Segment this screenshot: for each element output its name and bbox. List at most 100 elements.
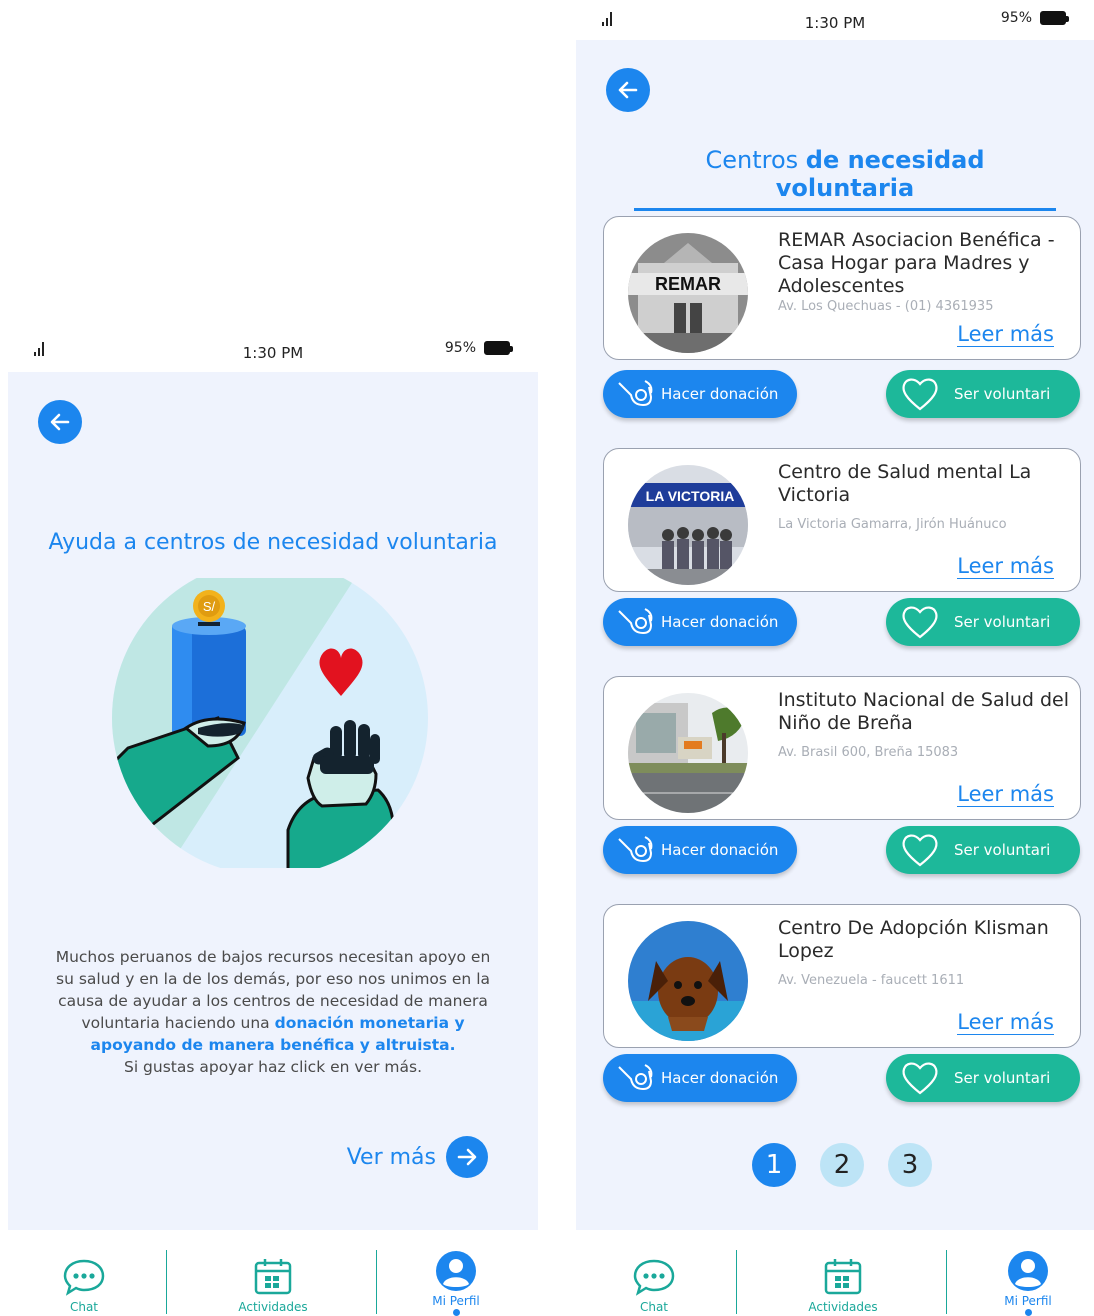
volunteer-label: Ser voluntari <box>954 1069 1051 1087</box>
leer-mas-link[interactable]: Leer más <box>957 322 1054 347</box>
intro-screen: 1:30 PM 95% Ayuda a centros de necesidad… <box>8 330 538 1316</box>
photo-sign-text: REMAR <box>655 274 721 294</box>
page-title: Ayuda a centros de necesidad voluntaria <box>48 530 498 555</box>
tab-activities-label: Actividades <box>808 1300 878 1314</box>
tab-chat-label: Chat <box>639 1300 669 1314</box>
back-button[interactable] <box>38 400 82 444</box>
donate-button[interactable]: Hacer donación <box>603 598 797 646</box>
volunteer-label: Ser voluntari <box>954 841 1051 859</box>
heart-outline-icon <box>902 378 938 411</box>
photo-sign-text: LA VICTORIA <box>646 488 735 504</box>
coin-label: S/ <box>203 599 216 614</box>
description-call-to-action: Si gustas apoyar haz click en ver más. <box>123 1058 423 1076</box>
center-card: Instituto Nacional de Salud del Niño de … <box>603 676 1081 820</box>
donate-button[interactable]: Hacer donación <box>603 1054 797 1102</box>
intro-description: Muchos peruanos de bajos recursos necesi… <box>52 946 494 1078</box>
heart-outline-icon <box>902 834 938 867</box>
arrow-right-icon <box>446 1136 488 1178</box>
leer-mas-link[interactable]: Leer más <box>957 554 1054 579</box>
tab-profile-label: Mi Perfil <box>1004 1294 1052 1308</box>
calendar-icon <box>824 1259 862 1295</box>
leer-mas-link[interactable]: Leer más <box>957 1010 1054 1035</box>
page-1-button[interactable]: 1 <box>752 1143 796 1187</box>
divider <box>736 1250 737 1314</box>
volunteer-label: Ser voluntari <box>954 385 1051 403</box>
user-avatar-icon <box>1008 1251 1048 1291</box>
bottom-nav: Chat Actividades Mi Perfil <box>576 1230 1094 1316</box>
divider <box>946 1250 947 1314</box>
user-avatar-icon <box>436 1251 476 1291</box>
tab-activities[interactable]: Actividades <box>218 1230 328 1316</box>
hand-coin-icon <box>618 836 653 863</box>
battery-icon <box>484 341 513 355</box>
calendar-icon <box>254 1259 292 1295</box>
battery-indicator: 95% <box>444 340 513 356</box>
center-photo <box>628 921 748 1041</box>
center-card: REMAR REMAR Asociacion Benéfica - Casa H… <box>603 216 1081 360</box>
tab-profile-label: Mi Perfil <box>432 1294 480 1308</box>
arrow-left-icon <box>618 81 638 99</box>
page-3-button[interactable]: 3 <box>888 1143 932 1187</box>
status-bar: 1:30 PM 95% <box>8 330 538 372</box>
page-title: Centros de necesidad voluntaria <box>634 146 1056 211</box>
donate-label: Hacer donación <box>661 1069 779 1087</box>
donate-button[interactable]: Hacer donación <box>603 826 797 874</box>
battery-percent: 95% <box>444 340 476 356</box>
center-name: Centro de Salud mental La Victoria <box>778 461 1032 506</box>
divider <box>376 1250 377 1314</box>
donate-label: Hacer donación <box>661 841 779 859</box>
back-button[interactable] <box>606 68 650 112</box>
volunteer-button[interactable]: Ser voluntari <box>886 370 1080 418</box>
status-bar: 1:30 PM 95% <box>576 0 1094 42</box>
centers-screen: 1:30 PM 95% Centros de necesidad volunta… <box>576 0 1094 1316</box>
ver-mas-link[interactable]: Ver más <box>347 1136 488 1178</box>
center-card: Centro De Adopción Klisman Lopez Av. Ven… <box>603 904 1081 1048</box>
hand-coin-icon <box>618 1064 653 1091</box>
battery-indicator: 95% <box>1000 10 1069 26</box>
donate-button[interactable]: Hacer donación <box>603 370 797 418</box>
active-tab-indicator <box>1024 1309 1032 1316</box>
center-photo <box>628 693 748 813</box>
center-address: La Victoria Gamarra, Jirón Huánuco <box>778 517 1007 532</box>
tab-chat-label: Chat <box>69 1300 99 1314</box>
center-name: REMAR Asociacion Benéfica - Casa Hogar p… <box>778 229 1055 297</box>
title-bold: de necesidad voluntaria <box>775 146 985 202</box>
leer-mas-link[interactable]: Leer más <box>957 782 1054 807</box>
center-name: Instituto Nacional de Salud del Niño de … <box>778 689 1070 734</box>
donate-label: Hacer donación <box>661 613 779 631</box>
tab-activities-label: Actividades <box>238 1300 308 1314</box>
divider <box>166 1250 167 1314</box>
ver-mas-label: Ver más <box>346 1144 436 1170</box>
center-address: Av. Los Quechuas - (01) 4361935 <box>778 299 994 314</box>
donation-illustration: S/ <box>112 578 428 868</box>
hand-coin-icon <box>618 380 653 407</box>
volunteer-button[interactable]: Ser voluntari <box>886 1054 1080 1102</box>
chat-icon <box>63 1259 105 1296</box>
volunteer-button[interactable]: Ser voluntari <box>886 826 1080 874</box>
center-name: Centro De Adopción Klisman Lopez <box>778 917 1049 962</box>
tab-profile[interactable]: Mi Perfil <box>416 1230 496 1316</box>
center-photo: REMAR <box>628 233 748 353</box>
tab-profile[interactable]: Mi Perfil <box>988 1230 1068 1316</box>
volunteer-button[interactable]: Ser voluntari <box>886 598 1080 646</box>
donate-label: Hacer donación <box>661 385 779 403</box>
page-2-button[interactable]: 2 <box>820 1143 864 1187</box>
heart-outline-icon <box>902 606 938 639</box>
intro-content: Ayuda a centros de necesidad voluntaria … <box>8 372 538 1230</box>
tab-activities[interactable]: Actividades <box>788 1230 898 1316</box>
battery-percent: 95% <box>1000 10 1032 26</box>
tab-chat[interactable]: Chat <box>614 1230 694 1316</box>
center-photo: LA VICTORIA <box>628 465 748 585</box>
center-card: LA VICTORIA Centro de Salud mental La Vi… <box>603 448 1081 592</box>
chat-icon <box>633 1259 675 1296</box>
hand-coin-icon <box>618 608 653 635</box>
heart-outline-icon <box>902 1062 938 1095</box>
bottom-nav: Chat Actividades Mi Perfil <box>8 1230 538 1316</box>
arrow-left-icon <box>50 413 70 431</box>
volunteer-label: Ser voluntari <box>954 613 1051 631</box>
tab-chat[interactable]: Chat <box>44 1230 124 1316</box>
active-tab-indicator <box>452 1309 460 1316</box>
center-address: Av. Brasil 600, Breña 15083 <box>778 745 959 760</box>
center-address: Av. Venezuela - faucett 1611 <box>778 973 965 988</box>
battery-icon <box>1040 11 1069 25</box>
